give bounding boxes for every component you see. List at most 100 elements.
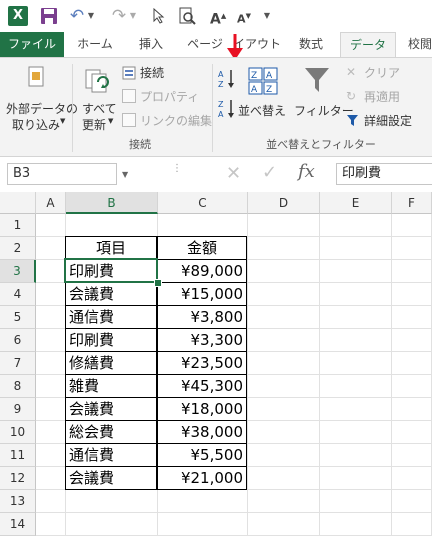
gridline [36, 512, 432, 513]
table-cell-item[interactable]: 印刷費 [65, 328, 157, 352]
print-preview-icon[interactable] [178, 7, 196, 25]
sort-ascending-button[interactable]: AZ [218, 68, 236, 90]
row-header[interactable]: 1 [0, 214, 36, 237]
reapply-button: ↻ 再適用 [344, 86, 430, 106]
table-cell-item[interactable]: 会議費 [65, 466, 157, 490]
advanced-filter-button[interactable]: 詳細設定 [344, 110, 430, 130]
table-cell-amount[interactable]: ¥45,300 [157, 374, 247, 398]
table-cell-amount[interactable]: ¥21,000 [157, 466, 247, 490]
table-cell-item[interactable]: 会議費 [65, 282, 157, 306]
group-label-connections: 接続 [129, 138, 151, 151]
row-header[interactable]: 7 [0, 352, 36, 375]
tab-review[interactable]: 校閲 [400, 32, 432, 57]
save-icon[interactable] [40, 7, 58, 25]
row-header[interactable]: 2 [0, 237, 36, 260]
undo-icon[interactable]: ↶ [68, 7, 86, 25]
row-header[interactable]: 3 [0, 260, 36, 283]
row-header[interactable]: 12 [0, 467, 36, 490]
name-box[interactable]: B3 [7, 163, 117, 185]
table-cell-item[interactable]: 修繕費 [65, 351, 157, 375]
refresh-all-label-2: 更新 [82, 118, 107, 132]
tab-page-layout-a[interactable]: ページ [184, 32, 226, 57]
undo-dropdown-icon[interactable]: ▼ [87, 7, 95, 25]
table-header-amount[interactable]: 金額 [157, 236, 247, 260]
get-external-data-button[interactable]: 外部データの 取り込み ▼ [2, 62, 78, 132]
table-cell-item[interactable]: 通信費 [65, 443, 157, 467]
external-data-icon [28, 66, 46, 88]
ribbon-separator [212, 64, 213, 152]
column-header[interactable]: C [158, 192, 248, 214]
table-cell-amount[interactable]: ¥15,000 [157, 282, 247, 306]
column-header[interactable]: B [66, 192, 158, 214]
select-all-corner[interactable] [0, 192, 36, 214]
sort-descending-button[interactable]: ZA [218, 98, 236, 120]
table-cell-amount[interactable]: ¥3,300 [157, 328, 247, 352]
insert-function-icon[interactable]: fx [298, 161, 315, 182]
svg-text:Z: Z [218, 100, 224, 109]
spreadsheet-grid: A B C D E F 1 2 3 4 5 6 7 8 9 10 11 12 13 14 項目 金額 印刷費 ¥89,000 会… [0, 192, 432, 536]
excel-logo-letter: X [12, 8, 24, 23]
formula-bar-resize-handle[interactable]: ⋮ [172, 164, 182, 182]
clear-filter-icon: ✕ [346, 65, 357, 79]
reapply-icon: ↻ [346, 89, 357, 103]
cancel-icon[interactable]: ✕ [226, 163, 241, 184]
name-box-dropdown-icon[interactable]: ▼ [122, 170, 128, 179]
edit-links-button: リンクの編集 [120, 110, 212, 130]
column-header[interactable]: F [392, 192, 432, 214]
gridline [319, 214, 320, 536]
filter-button[interactable]: フィルター [292, 64, 354, 120]
table-cell-item[interactable]: 雑費 [65, 374, 157, 398]
table-cell-item[interactable]: 通信費 [65, 305, 157, 329]
row-header[interactable]: 9 [0, 398, 36, 421]
row-header[interactable]: 5 [0, 306, 36, 329]
refresh-all-label-1: すべて [82, 102, 117, 116]
table-cell-amount[interactable]: ¥3,800 [157, 305, 247, 329]
edit-links-icon [122, 113, 136, 127]
gridline [391, 214, 392, 536]
excel-logo-icon: X [8, 6, 28, 26]
sort-button[interactable]: ZAAZ 並べ替え [238, 64, 288, 120]
fill-handle[interactable] [154, 279, 162, 287]
table-cell-amount[interactable]: ¥5,500 [157, 443, 247, 467]
svg-text:A: A [218, 110, 224, 119]
row-header[interactable]: 4 [0, 283, 36, 306]
tab-data[interactable]: データ [340, 32, 396, 57]
row-header[interactable]: 11 [0, 444, 36, 467]
row-header[interactable]: 14 [0, 513, 36, 536]
enter-icon[interactable]: ✓ [262, 162, 277, 183]
refresh-dropdown-icon: ▼ [108, 117, 114, 125]
get-external-label-2: 取り込み [12, 118, 61, 132]
tab-insert[interactable]: 挿入 [126, 32, 176, 57]
svg-text:Z: Z [218, 80, 224, 89]
ribbon-data: 外部データの 取り込み ▼ すべて 更新 ▼ 接続 プロパティ リンクの編集 接… [0, 57, 432, 157]
table-cell-amount[interactable]: ¥38,000 [157, 420, 247, 444]
get-external-label-1: 外部データの [6, 102, 79, 116]
column-header[interactable]: A [36, 192, 66, 214]
refresh-all-button[interactable]: すべて 更新 ▼ [78, 62, 118, 132]
tab-formulas[interactable]: 数式 [288, 32, 334, 57]
connections-icon [122, 65, 136, 80]
table-cell-item[interactable]: 総会費 [65, 420, 157, 444]
row-header[interactable]: 10 [0, 421, 36, 444]
table-cell-amount[interactable]: ¥23,500 [157, 351, 247, 375]
row-header[interactable]: 8 [0, 375, 36, 398]
svg-text:A: A [266, 71, 273, 81]
font-size-up-icon[interactable]: A▲ [210, 7, 226, 28]
table-header-item[interactable]: 項目 [65, 236, 157, 260]
redo-icon[interactable]: ↷ [110, 7, 128, 25]
customize-toolbar-icon[interactable]: ▼ [262, 7, 272, 25]
redo-dropdown-icon[interactable]: ▼ [129, 7, 137, 25]
connections-button[interactable]: 接続 [120, 62, 210, 82]
tab-home[interactable]: ホーム [68, 32, 122, 57]
table-cell-amount[interactable]: ¥18,000 [157, 397, 247, 421]
formula-input[interactable]: 印刷費 [336, 163, 432, 185]
table-cell-item[interactable]: 会議費 [65, 397, 157, 421]
column-header[interactable]: E [320, 192, 392, 214]
connections-label: 接続 [140, 66, 165, 80]
table-cell-amount[interactable]: ¥89,000 [157, 259, 247, 283]
column-header[interactable]: D [248, 192, 320, 214]
tab-file[interactable]: ファイル [0, 32, 64, 57]
row-header[interactable]: 6 [0, 329, 36, 352]
font-size-down-icon[interactable]: A▼ [236, 7, 252, 26]
pointer-icon[interactable] [152, 7, 166, 24]
